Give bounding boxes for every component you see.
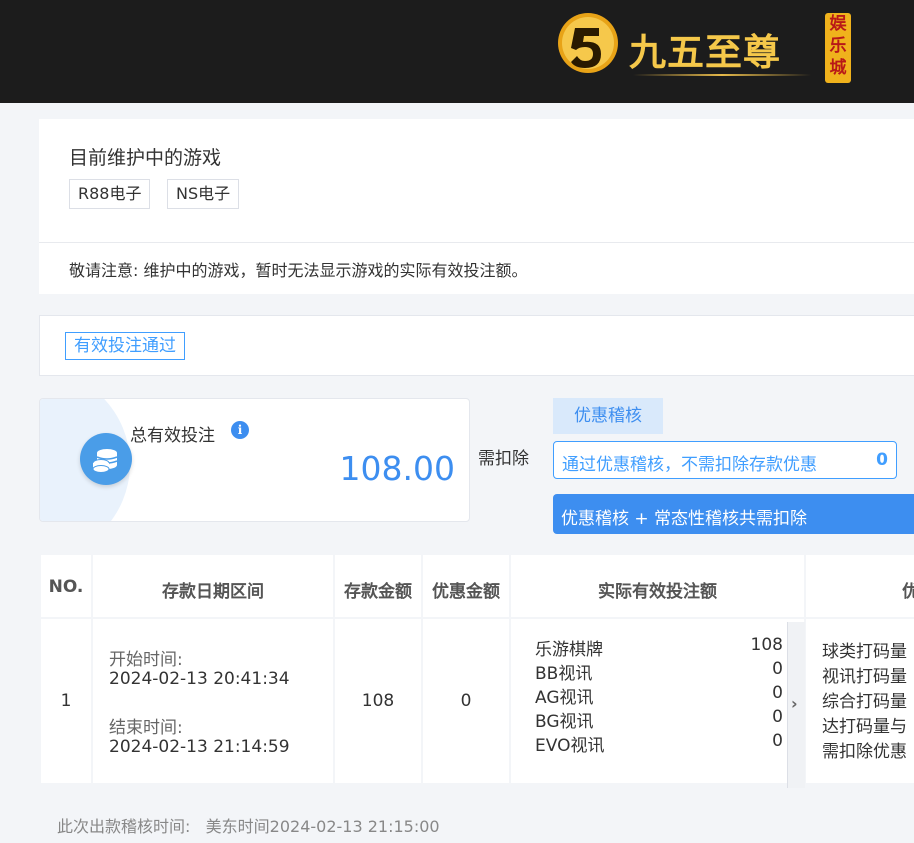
audit-time: 此次出款稽核时间: 美东时间2024-02-13 21:15:00 <box>57 813 440 837</box>
table-header-date: 存款日期区间 <box>93 555 333 617</box>
total-bet-label: 总有效投注 <box>130 426 215 446</box>
bet-name: BG视讯 <box>535 712 594 732</box>
header-text: 实际有效投注额 <box>598 582 717 602</box>
row-promo-cell: 0 <box>423 619 509 783</box>
bet-item: 乐游棋牌 108 <box>535 635 783 660</box>
promo-amount: 0 <box>460 691 472 711</box>
stat-item: 球类打码量 <box>822 642 907 662</box>
audit-time-value: 美东时间2024-02-13 21:15:00 <box>205 817 440 836</box>
brand-badge: 娱 乐 城 <box>825 13 851 83</box>
total-bet-card: 总有效投注 i 108.00 <box>39 398 470 522</box>
start-time-value: 2024-02-13 20:41:34 <box>109 669 290 689</box>
bet-name: AG视讯 <box>535 688 594 708</box>
end-time-value: 2024-02-13 21:14:59 <box>109 737 290 757</box>
chevron-right-icon: › <box>791 694 798 713</box>
top-bar: 九五至尊 娱 乐 城 <box>0 0 914 103</box>
badge-char: 城 <box>829 58 847 78</box>
table-header-no: NO. <box>41 555 91 617</box>
maintenance-note-bar: 敬请注意: 维护中的游戏，暂时无法显示游戏的实际有效投注额。 <box>39 242 914 295</box>
header-text: 存款金额 <box>344 582 412 602</box>
row-no: 1 <box>60 691 72 711</box>
status-badge: 有效投注通过 <box>65 332 185 360</box>
promo-audit-text: 通过优惠稽核，不需扣除存款优惠 <box>562 455 817 475</box>
logo-emblem-icon <box>558 13 618 73</box>
bet-item: BG视讯 0 <box>535 707 783 732</box>
maintenance-note: 敬请注意: 维护中的游戏，暂时无法显示游戏的实际有效投注额。 <box>69 261 528 280</box>
stat-item: 需扣除优惠 <box>822 742 907 762</box>
status-panel: 有效投注通过 <box>39 315 914 376</box>
stat-item: 达打码量与 <box>822 717 907 737</box>
promo-audit-value: 0 <box>876 450 888 470</box>
bet-name: 乐游棋牌 <box>535 640 603 660</box>
promo-audit-result: 通过优惠稽核，不需扣除存款优惠 0 <box>553 441 897 479</box>
badge-char: 乐 <box>829 36 847 56</box>
bet-value: 0 <box>772 731 783 751</box>
bet-name: BB视讯 <box>535 664 593 684</box>
badge-char: 娱 <box>829 14 847 34</box>
bet-item: BB视讯 0 <box>535 659 783 684</box>
tab-promo-audit[interactable]: 优惠稽核 <box>553 398 663 434</box>
bet-value: 108 <box>750 635 783 655</box>
total-bet-value: 108.00 <box>339 449 455 488</box>
table-header-more: 优 <box>806 555 914 617</box>
maintenance-title: 目前维护中的游戏 <box>69 147 222 169</box>
table-header-deposit: 存款金额 <box>335 555 421 617</box>
audit-table: NO. 存款日期区间 存款金额 优惠金额 实际有效投注额 优 1 开始时间: 2… <box>39 553 914 788</box>
end-time-label: 结束时间: <box>109 718 183 738</box>
bet-value: 0 <box>772 659 783 679</box>
table-header-valid-bet: 实际有效投注额 <box>511 555 804 617</box>
row-no-cell: 1 <box>41 619 91 783</box>
header-text: 优惠金额 <box>432 582 500 602</box>
info-icon[interactable]: i <box>231 421 249 439</box>
stat-item: 视讯打码量 <box>822 667 907 687</box>
stat-item: 综合打码量 <box>822 692 907 712</box>
bet-item: AG视讯 0 <box>535 683 783 708</box>
bet-value: 0 <box>772 707 783 727</box>
row-stats-cell: 球类打码量 视讯打码量 综合打码量 达打码量与 需扣除优惠 <box>806 619 914 783</box>
logo-divider <box>633 74 811 76</box>
combined-deduct-text: 优惠稽核 + 常态性稽核共需扣除 <box>561 509 808 529</box>
bet-name: EVO视讯 <box>535 736 605 756</box>
row-deposit-cell: 108 <box>335 619 421 783</box>
maintenance-panel: 目前维护中的游戏 R88电子 NS电子 敬请注意: 维护中的游戏，暂时无法显示游… <box>39 119 914 294</box>
brand-name: 九五至尊 <box>629 30 781 74</box>
header-text: 优 <box>902 582 914 602</box>
deposit-amount: 108 <box>361 691 395 711</box>
coins-icon <box>80 433 132 485</box>
bet-value: 0 <box>772 683 783 703</box>
expand-toggle[interactable]: › <box>787 622 805 788</box>
bet-item: EVO视讯 0 <box>535 731 783 756</box>
header-text: 存款日期区间 <box>162 582 264 602</box>
maintenance-game-tag: NS电子 <box>167 179 240 209</box>
brand-logo[interactable]: 九五至尊 娱 乐 城 <box>555 8 855 88</box>
combined-deduct-bar: 优惠稽核 + 常态性稽核共需扣除 <box>553 494 914 534</box>
deduct-label: 需扣除 <box>478 449 529 469</box>
row-date-cell: 开始时间: 2024-02-13 20:41:34 结束时间: 2024-02-… <box>93 619 333 783</box>
audit-time-label: 此次出款稽核时间: <box>57 817 191 836</box>
header-text: NO. <box>48 577 84 597</box>
table-header-promo: 优惠金额 <box>423 555 509 617</box>
maintenance-game-tag: R88电子 <box>69 179 151 209</box>
row-valid-bet-cell: 乐游棋牌 108 BB视讯 0 AG视讯 0 BG视讯 0 EVO视讯 0 <box>511 619 804 783</box>
start-time-label: 开始时间: <box>109 650 183 670</box>
